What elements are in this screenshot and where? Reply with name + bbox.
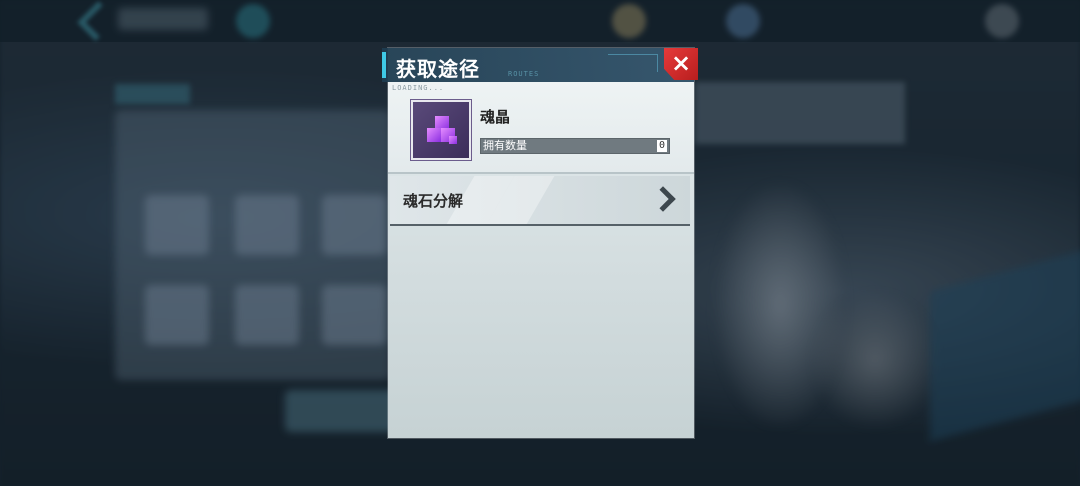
owned-count: 0 [657, 140, 667, 152]
close-icon: × [671, 49, 692, 77]
crystal-cube [449, 136, 457, 144]
chevron-right-icon [650, 186, 676, 212]
divider [388, 172, 694, 174]
crystal-cube [427, 128, 441, 142]
acquire-route-popup: 获取途径 ROUTES LOADING... 魂晶 拥有数量 0 魂石分解 [382, 48, 694, 438]
loading-text: LOADING... [392, 84, 445, 92]
owned-count-bar: 拥有数量 0 [480, 138, 670, 154]
popup-header: 获取途径 ROUTES [382, 48, 694, 82]
item-name: 魂晶 [480, 108, 511, 126]
purple-crystal-icon [411, 100, 471, 160]
header-accent-bar [382, 52, 386, 78]
header-decoration-text: ROUTES [508, 70, 540, 78]
owned-label: 拥有数量 [483, 139, 527, 152]
item-info: LOADING... 魂晶 拥有数量 0 [388, 82, 694, 172]
circuit-decoration [608, 54, 658, 72]
source-row-soulstone-decompose[interactable]: 魂石分解 [390, 176, 690, 226]
source-label: 魂石分解 [403, 192, 464, 210]
popup-title: 获取途径 [396, 57, 480, 81]
